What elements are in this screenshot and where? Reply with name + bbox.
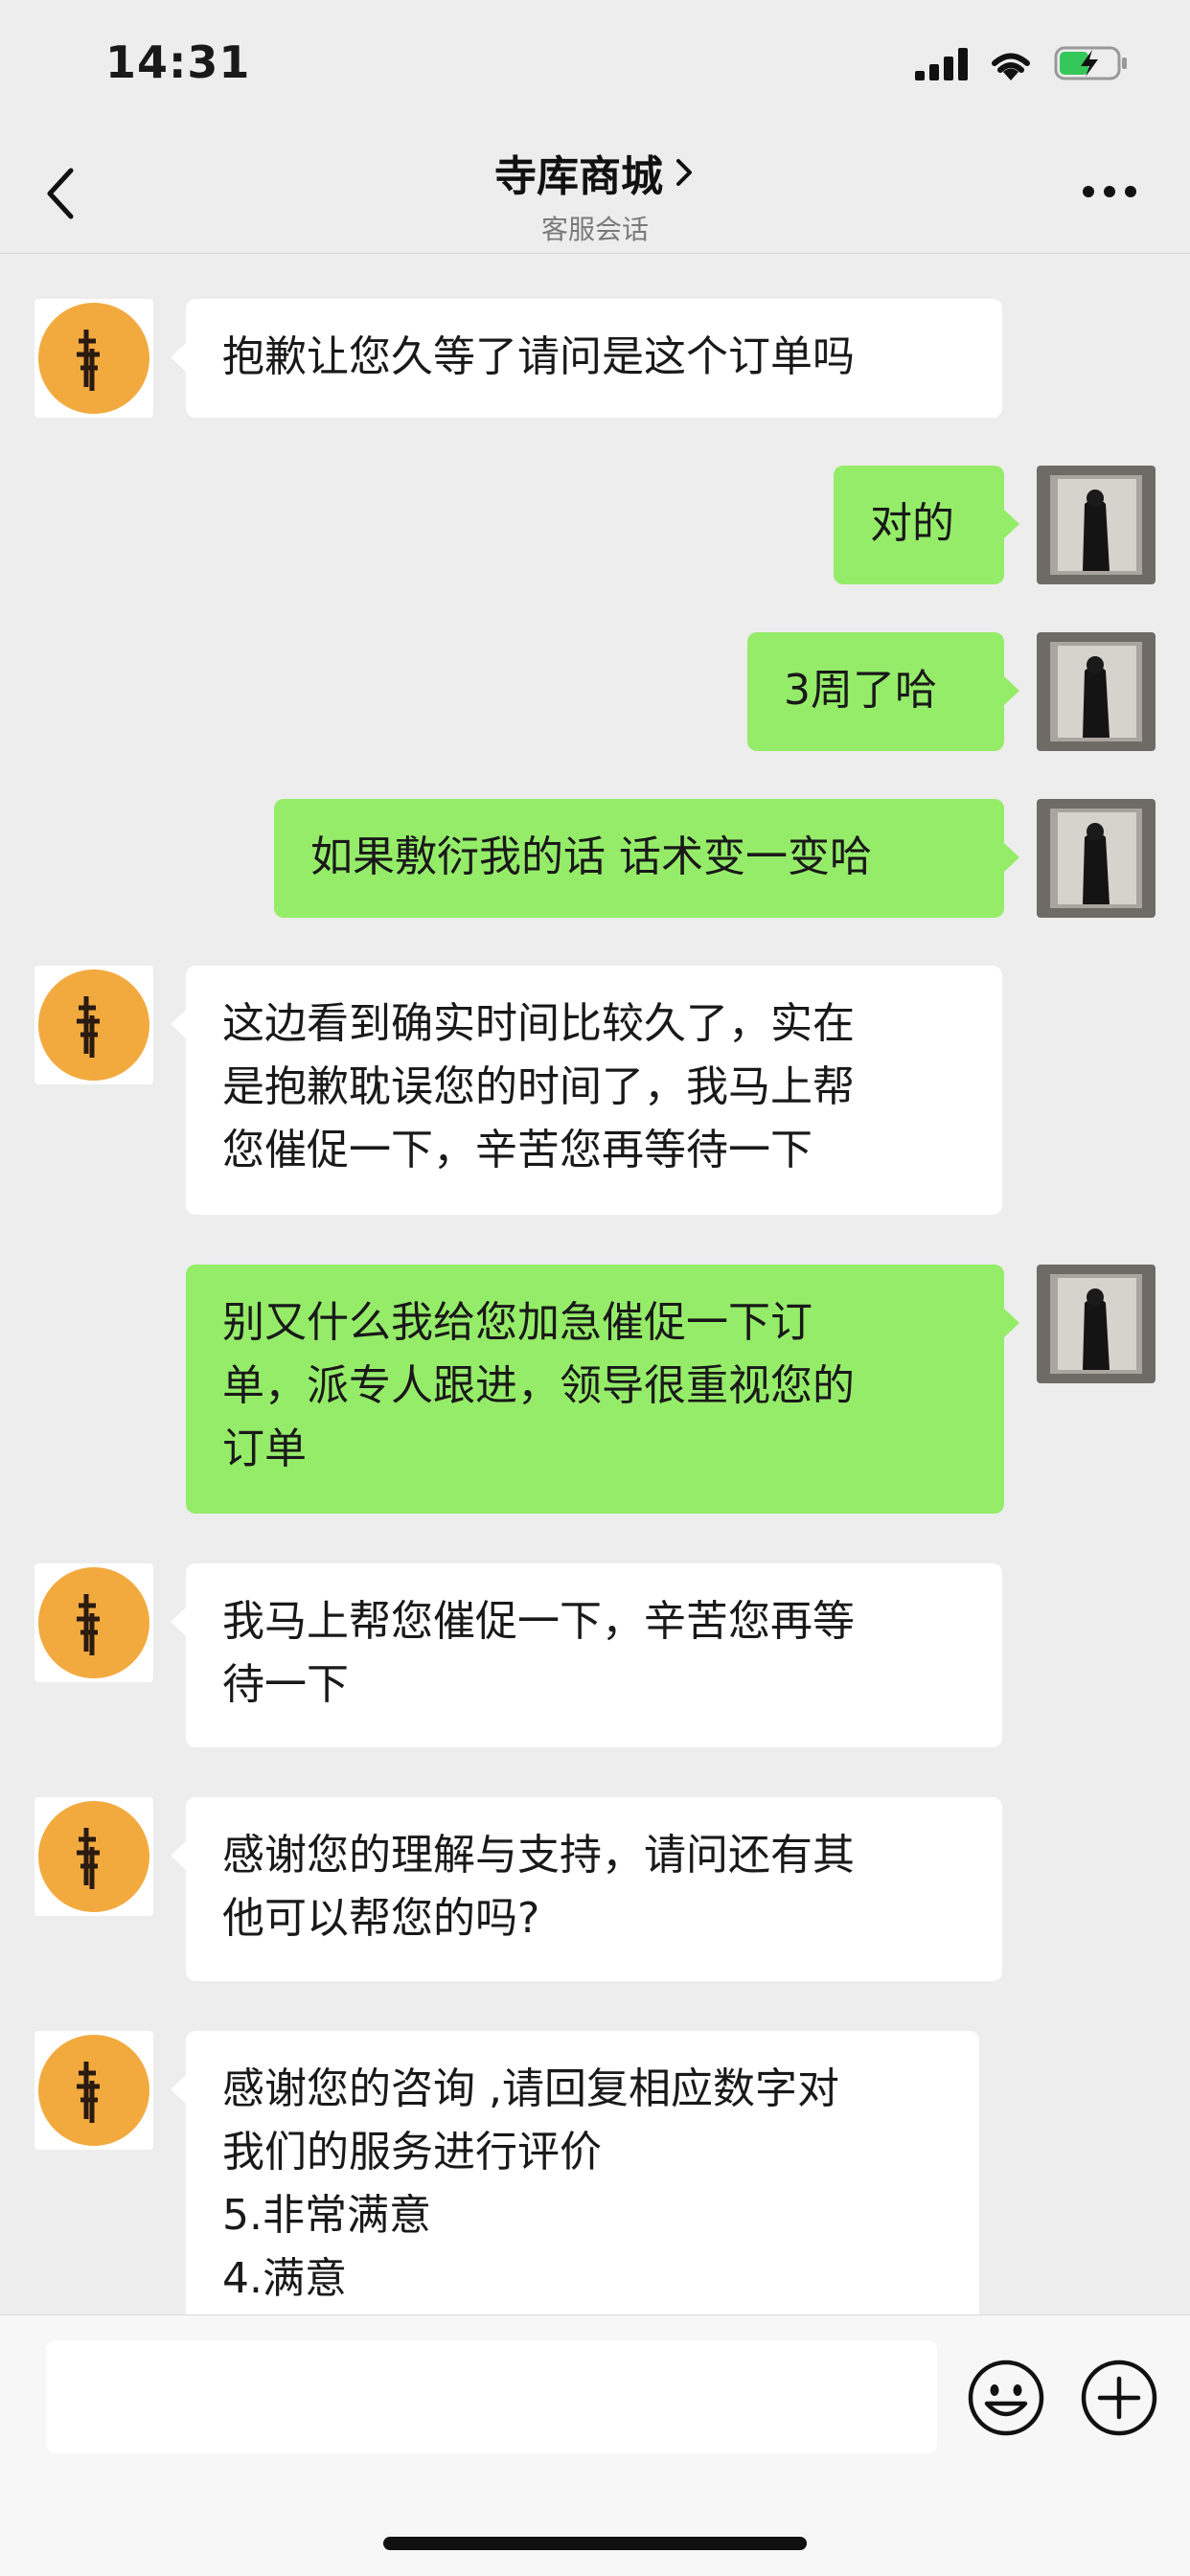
user-avatar[interactable] — [1037, 1265, 1156, 1383]
smiley-icon[interactable] — [966, 2358, 1046, 2438]
chat-title-area[interactable]: 寺库商城 客服会话 — [0, 142, 1190, 247]
message-bubble-in[interactable]: 我马上帮您催促一下，辛苦您再等 待一下 — [171, 1563, 1002, 1747]
user-avatar[interactable] — [1037, 799, 1156, 918]
message-input[interactable] — [46, 2340, 937, 2453]
message-list[interactable]: 抱歉让您久等了请问是这个订单吗 对的 3周了哈 如果敷衍我的话 话术变一变哈 这… — [0, 253, 1190, 2314]
message-bubble-in[interactable]: 这边看到确实时间比较久了，实在 是抱歉耽误您的时间了，我马上帮 您催促一下，辛苦… — [171, 966, 1002, 1215]
chat-subtitle: 客服会话 — [540, 214, 649, 245]
status-bar: 14:31 — [0, 0, 1190, 134]
message-bubble-out[interactable]: 对的 — [834, 466, 1019, 584]
merchant-avatar[interactable] — [34, 2031, 153, 2150]
secoo-logo-icon — [77, 330, 100, 391]
secoo-logo-icon — [77, 996, 100, 1058]
merchant-avatar[interactable] — [34, 966, 153, 1084]
chat-title: 寺库商城 — [494, 152, 663, 201]
user-avatar[interactable] — [1037, 632, 1156, 751]
message-bubble-out[interactable]: 如果敷衍我的话 话术变一变哈 — [274, 799, 1019, 918]
secoo-logo-icon — [77, 1828, 100, 1889]
home-indicator[interactable] — [383, 2537, 807, 2550]
merchant-avatar[interactable] — [34, 1797, 153, 1916]
message-bubble-in[interactable]: 抱歉让您久等了请问是这个订单吗 — [171, 299, 1002, 418]
message-bubble-out[interactable]: 3周了哈 — [747, 632, 1019, 751]
wifi-icon — [992, 53, 1030, 80]
merchant-avatar[interactable] — [34, 1563, 153, 1682]
nav-bar: 寺库商城 客服会话 — [0, 134, 1190, 254]
plus-circle-icon[interactable] — [1079, 2358, 1159, 2438]
secoo-logo-icon — [77, 2062, 100, 2123]
secoo-logo-icon — [77, 1594, 100, 1655]
message-bubble-out[interactable]: 别又什么我给您加急催促一下订 单，派专人跟进，领导很重视您的 订单 — [186, 1265, 1019, 1514]
status-time: 14:31 — [105, 36, 251, 88]
chevron-right-icon — [676, 159, 692, 186]
merchant-avatar[interactable] — [34, 299, 153, 418]
message-bubble-in[interactable]: 感谢您的理解与支持，请问还有其 他可以帮您的吗? — [171, 1797, 1002, 1981]
more-dots-icon[interactable] — [1081, 184, 1138, 199]
cellular-signal-icon — [915, 48, 968, 80]
user-avatar[interactable] — [1037, 466, 1156, 584]
message-bubble-in[interactable]: 感谢您的咨询 ,请回复相应数字对 我们的服务进行评价 5.非常满意 4.满意 — [171, 2031, 979, 2314]
battery-charging-icon — [1054, 46, 1127, 80]
